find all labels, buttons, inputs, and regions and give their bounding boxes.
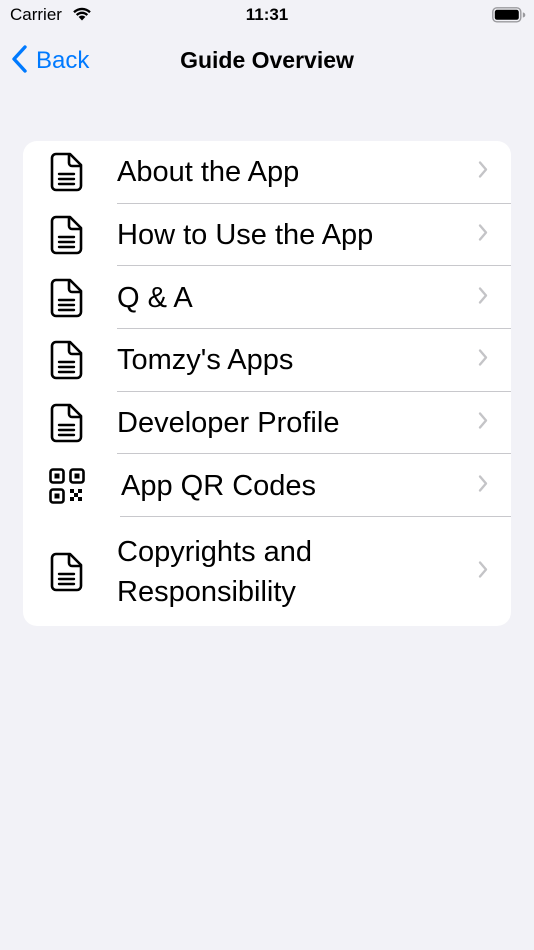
chevron-right-icon (477, 473, 489, 498)
document-icon (49, 214, 85, 256)
document-icon (49, 402, 85, 444)
navigation-bar: Back Guide Overview (0, 38, 534, 84)
list-item-app-qr-codes[interactable]: App QR Codes (23, 454, 511, 518)
list-item-label: App QR Codes (121, 469, 317, 502)
document-icon (49, 551, 85, 593)
list-item-how-to-use-the-app[interactable]: How to Use the App (23, 204, 511, 267)
list-item-copyrights-and-responsibility[interactable]: Copyrights and Responsibility (23, 517, 511, 626)
status-bar: Carrier 11:31 (0, 0, 534, 30)
chevron-right-icon (477, 411, 489, 436)
list-item-label: Copyrights and Responsibility (117, 535, 313, 608)
list-item-label: About the App (117, 156, 300, 189)
document-icon (49, 277, 85, 319)
list-item-label: Q & A (117, 281, 193, 314)
chevron-right-icon (477, 285, 489, 310)
chevron-right-icon (477, 559, 489, 584)
document-icon (49, 339, 85, 381)
list-item-tomzys-apps[interactable]: Tomzy's Apps (23, 329, 511, 392)
chevron-right-icon (477, 160, 489, 185)
list-item-label: How to Use the App (117, 219, 374, 252)
document-icon (49, 151, 85, 193)
qr-code-icon (49, 465, 85, 507)
list-item-q-and-a[interactable]: Q & A (23, 266, 511, 330)
list-item-label: Tomzy's Apps (117, 344, 294, 377)
list-item-label: Developer Profile (117, 407, 340, 440)
chevron-right-icon (477, 223, 489, 248)
battery-icon (492, 7, 526, 28)
list-item-developer-profile[interactable]: Developer Profile (23, 392, 511, 455)
chevron-right-icon (477, 348, 489, 373)
status-time: 11:31 (245, 5, 289, 24)
page-title: Guide Overview (180, 47, 354, 73)
list-item-about-the-app[interactable]: About the App (23, 141, 511, 204)
guide-list: About the App How to Use the App Q & A T… (23, 141, 511, 626)
